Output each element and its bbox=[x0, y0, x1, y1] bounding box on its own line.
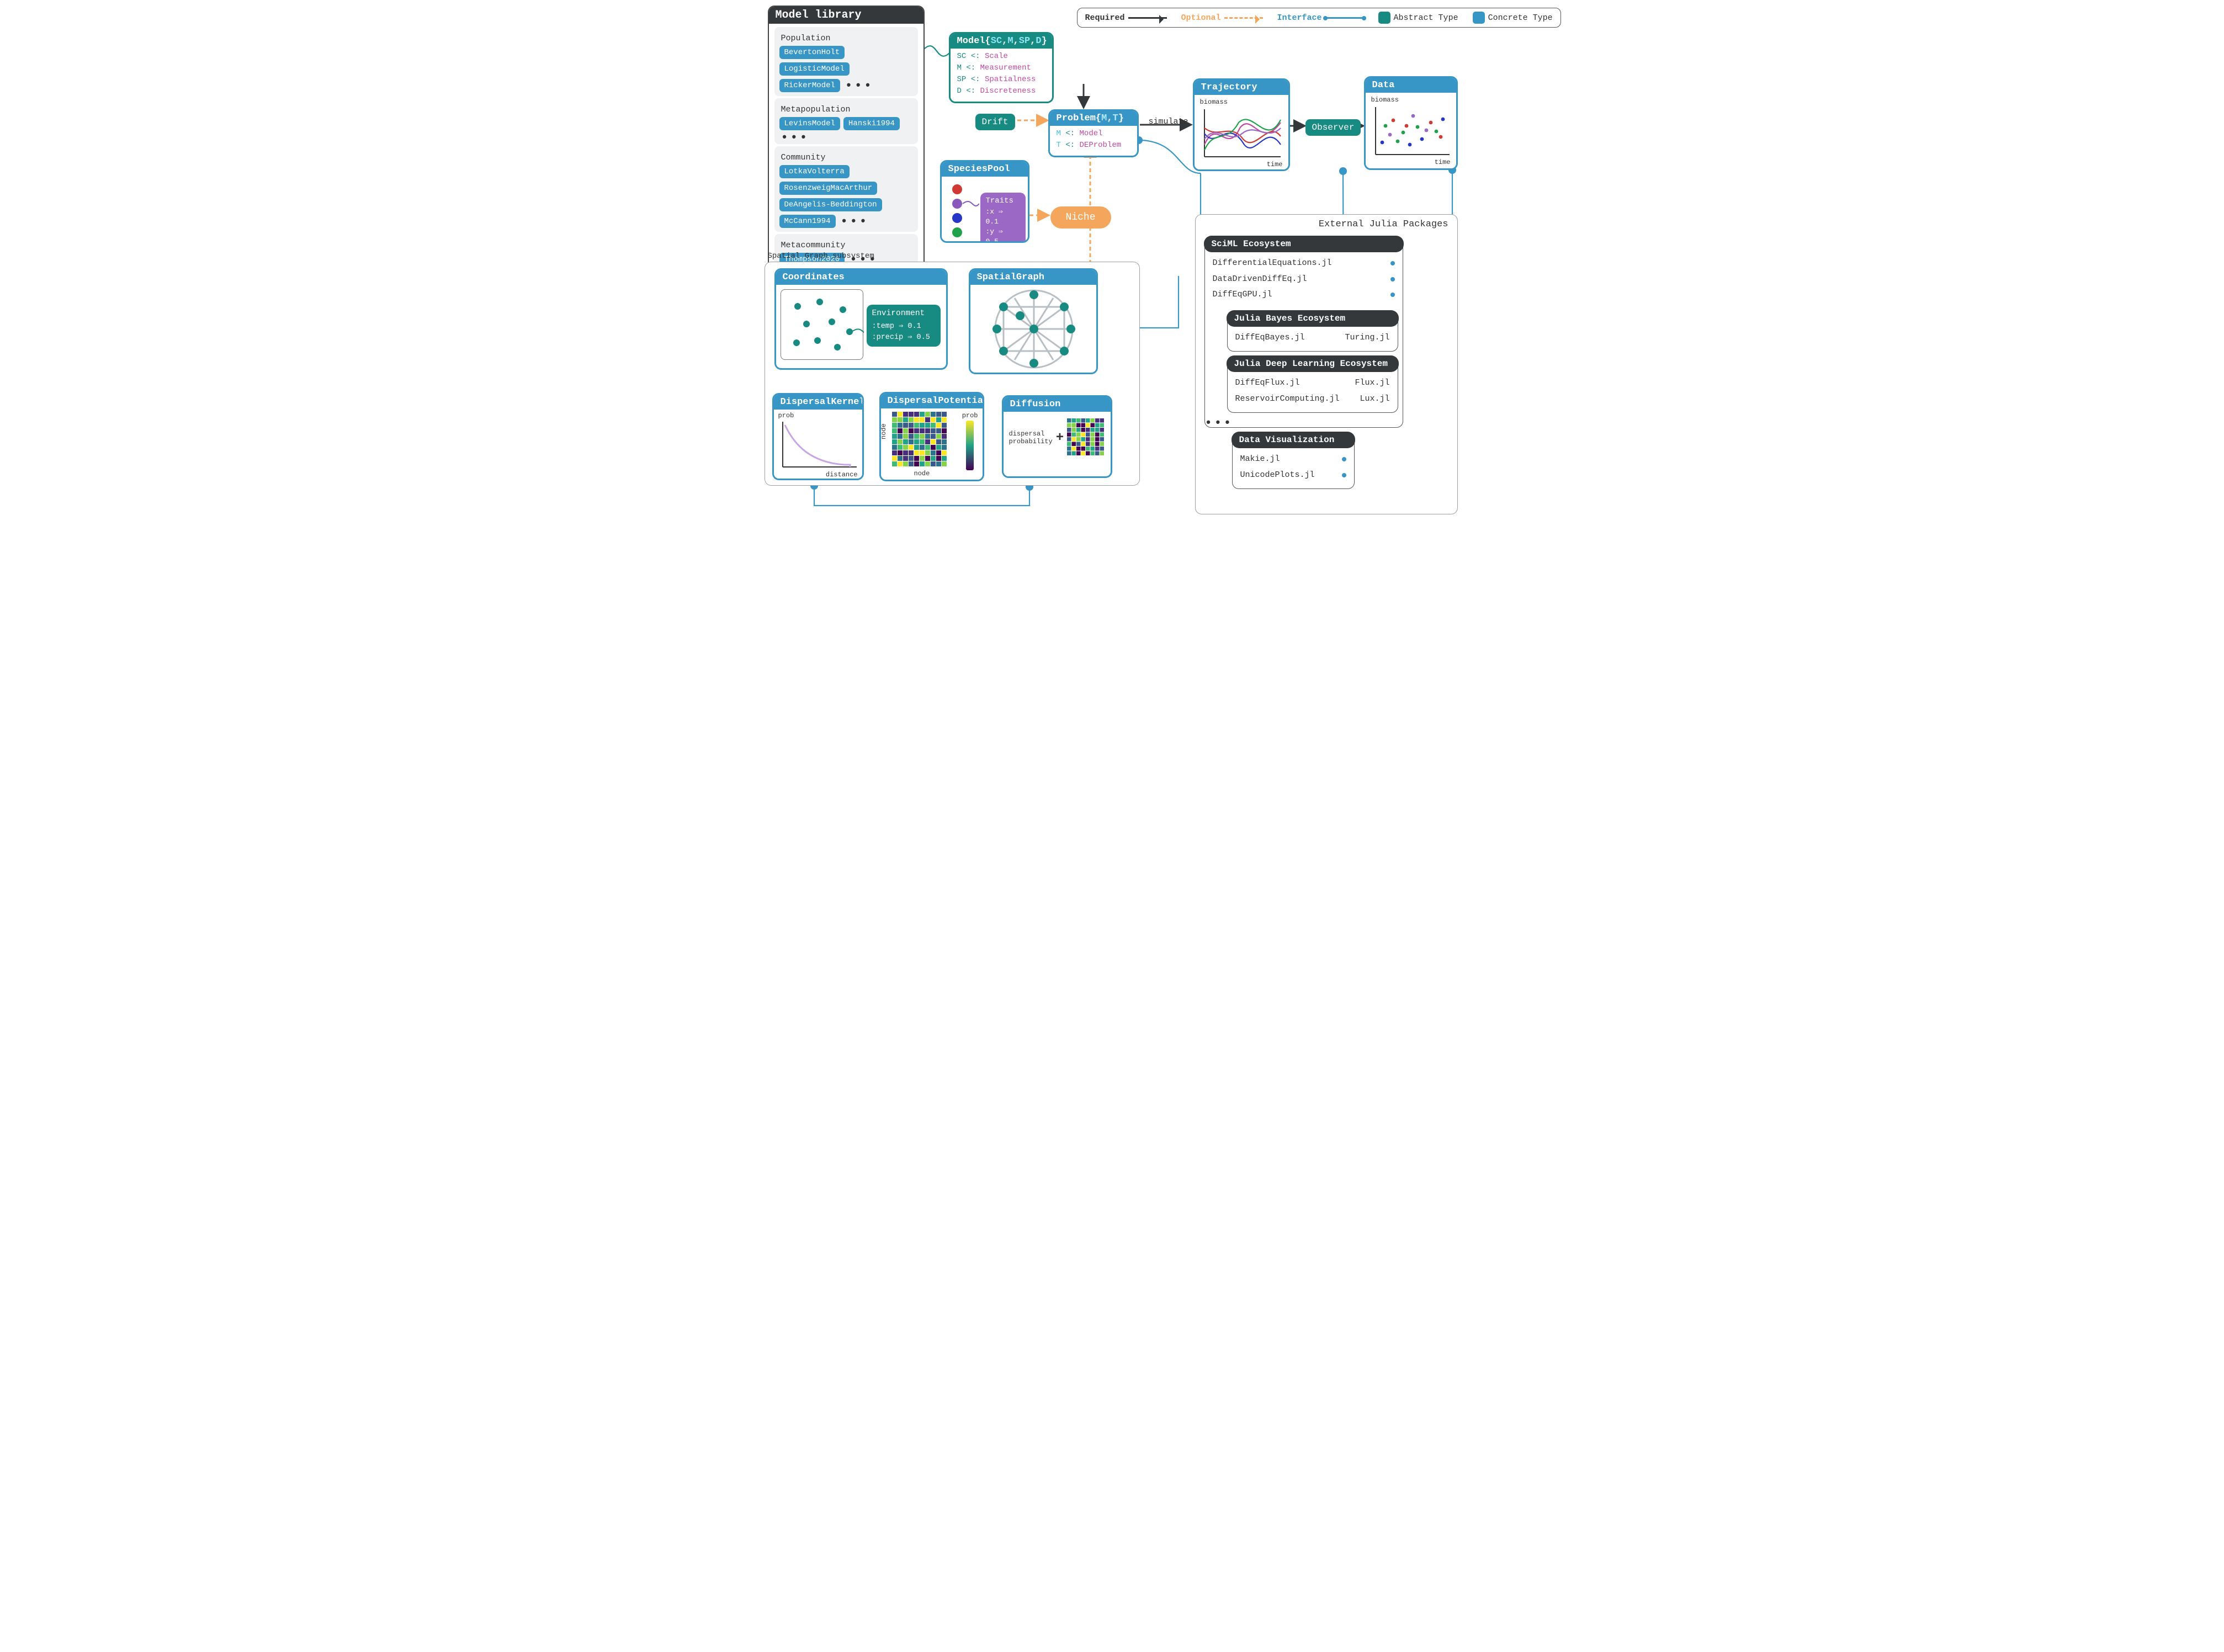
bayes-ecosystem-panel: Julia Bayes Ecosystem DiffEqBayes.jl Tur… bbox=[1227, 311, 1398, 352]
pkg-flux: Flux.jl bbox=[1355, 375, 1389, 391]
legend-abstract: Abstract Type bbox=[1378, 12, 1458, 24]
library-section-label: Community bbox=[781, 153, 915, 162]
legend-interface: Interface bbox=[1277, 13, 1364, 23]
coordinates-plot-icon bbox=[781, 289, 863, 360]
observer-chip: Observer bbox=[1305, 119, 1361, 136]
pkg-diffeqbayes: DiffEqBayes.jl bbox=[1235, 333, 1305, 342]
library-section-label: Metapopulation bbox=[781, 105, 915, 114]
diffusion-label: dispersal probability bbox=[1009, 430, 1053, 446]
diagram-canvas: Required Optional Interface Abstract Typ… bbox=[759, 0, 1466, 525]
library-section-label: Metacommunity bbox=[781, 241, 915, 250]
dispersal-kernel-title: DispersalKernel bbox=[774, 395, 862, 410]
viz-title: Data Visualization bbox=[1232, 432, 1355, 448]
dl-title: Julia Deep Learning Ecosystem bbox=[1227, 355, 1399, 372]
trajectory-xlabel: time bbox=[1200, 161, 1283, 168]
dispersal-potential-heatmap-icon bbox=[892, 412, 953, 467]
library-chip: LotkaVolterra bbox=[779, 165, 850, 178]
coordinates-panel: Coordinates Environment :temp ⇒ 0.1 :pre… bbox=[774, 268, 948, 370]
pkg-item: UnicodePlots.jl bbox=[1240, 468, 1315, 484]
external-packages-title: External Julia Packages bbox=[1196, 215, 1457, 230]
arrow-optional-icon bbox=[1224, 17, 1263, 19]
library-chip: DeAngelis-Beddington bbox=[779, 198, 882, 211]
external-packages-group: External Julia Packages SciML Ecosystem … bbox=[1195, 214, 1458, 514]
drift-chip: Drift bbox=[975, 114, 1015, 130]
viz-ecosystem-panel: Data Visualization Makie.jlUnicodePlots.… bbox=[1232, 432, 1355, 489]
dp-yaxis-label: node bbox=[880, 423, 888, 439]
problem-panel: Problem{M,T} M <: ModelT <: DEProblem bbox=[1048, 109, 1139, 157]
data-xlabel: time bbox=[1371, 158, 1451, 166]
model-library-panel: Model library Population BevertonHolt Logi… bbox=[768, 6, 925, 278]
niche-chip: Niche bbox=[1050, 206, 1111, 229]
problem-bounds: M <: ModelT <: DEProblem bbox=[1050, 126, 1137, 156]
model-type-panel: Model{SC,M,SP,D} SC <: ScaleM <: Measure… bbox=[949, 32, 1054, 103]
dp-colorbar: prob bbox=[962, 412, 978, 470]
legend-concrete: Concrete Type bbox=[1473, 12, 1553, 24]
data-scatter-icon bbox=[1371, 104, 1452, 159]
sciml-title: SciML Ecosystem bbox=[1204, 236, 1404, 252]
library-chip: Hanski1994 bbox=[843, 117, 900, 130]
species-dots-icon bbox=[946, 179, 979, 240]
pkg-item: Makie.jl bbox=[1240, 451, 1280, 468]
species-pool-panel: SpeciesPool Traits :x ⇒ 0.1 :y ⇒ 0.5 bbox=[940, 160, 1029, 243]
problem-header: Problem{M,T} bbox=[1050, 111, 1137, 126]
data-ylabel: biomass bbox=[1371, 96, 1451, 104]
spatial-graph-panel: SpatialGraph bbox=[969, 268, 1098, 374]
dispersal-kernel-xlabel: distance bbox=[778, 471, 858, 479]
bayes-title: Julia Bayes Ecosystem bbox=[1227, 310, 1399, 327]
trajectory-title: Trajectory bbox=[1195, 80, 1288, 95]
library-chip: RosenzweigMacArthur bbox=[779, 182, 878, 195]
legend-required: Required bbox=[1085, 13, 1167, 23]
dl-ecosystem-panel: Julia Deep Learning Ecosystem DiffEqFlux… bbox=[1227, 356, 1398, 413]
pkg-reservoir: ReservoirComputing.jl bbox=[1235, 391, 1340, 407]
model-library-title: Model library bbox=[769, 7, 923, 24]
sciml-ecosystem-panel: SciML Ecosystem DifferentialEquations.jl… bbox=[1204, 236, 1403, 428]
pkg-item: DiffEqGPU.jl bbox=[1213, 287, 1272, 303]
traits-box: Traits :x ⇒ 0.1 :y ⇒ 0.5 bbox=[980, 193, 1026, 243]
dispersal-kernel-panel: DispersalKernel prob distance bbox=[772, 393, 864, 480]
diffusion-heatmap-icon bbox=[1067, 418, 1105, 457]
dispersal-kernel-plot-icon bbox=[778, 419, 859, 470]
legend-optional: Optional bbox=[1181, 13, 1263, 23]
dispersal-kernel-ylabel: prob bbox=[778, 412, 858, 419]
pkg-lux: Lux.jl bbox=[1360, 391, 1389, 407]
pkg-item: DataDrivenDiffEq.jl bbox=[1213, 272, 1307, 288]
spatial-graph-icon bbox=[970, 285, 1097, 371]
library-chip: LogisticModel bbox=[779, 62, 850, 76]
trajectory-panel: Trajectory biomass time bbox=[1193, 78, 1290, 171]
data-panel-title: Data bbox=[1366, 78, 1456, 93]
trajectory-plot-icon bbox=[1200, 106, 1283, 161]
environment-box: Environment :temp ⇒ 0.1 :precip ⇒ 0.5 bbox=[867, 305, 941, 347]
legend: Required Optional Interface Abstract Typ… bbox=[1077, 8, 1561, 28]
dp-xaxis-label: node bbox=[914, 470, 979, 477]
pkg-item: DifferentialEquations.jl bbox=[1213, 256, 1332, 272]
model-type-header: Model{SC,M,SP,D} bbox=[951, 34, 1052, 49]
library-chip: McCann1994 bbox=[779, 215, 836, 228]
dispersal-potential-title: DispersalPotential bbox=[881, 394, 983, 408]
arrow-interface-icon bbox=[1325, 17, 1364, 19]
library-chip: LevinsModel bbox=[779, 117, 840, 130]
coordinates-title: Coordinates bbox=[776, 270, 946, 285]
library-section-label: Population bbox=[781, 34, 915, 43]
trajectory-ylabel: biomass bbox=[1200, 98, 1283, 106]
dispersal-potential-panel: DispersalPotential node node prob bbox=[879, 392, 984, 481]
diffusion-panel: Diffusion dispersal probability + bbox=[1002, 395, 1112, 478]
library-chip: RickerModel bbox=[779, 79, 840, 92]
spatial-subsystem-label: Spatial Graph subsystem bbox=[768, 252, 874, 261]
diffusion-title: Diffusion bbox=[1004, 397, 1111, 412]
spatial-graph-title: SpatialGraph bbox=[970, 270, 1096, 285]
arrow-required-icon bbox=[1128, 17, 1167, 19]
species-pool-title: SpeciesPool bbox=[942, 162, 1028, 177]
pkg-diffeqflux: DiffEqFlux.jl bbox=[1235, 375, 1300, 391]
pkg-turing: Turing.jl bbox=[1345, 333, 1389, 342]
model-type-bounds: SC <: ScaleM <: MeasurementSP <: Spatial… bbox=[951, 49, 1052, 102]
library-chip: BevertonHolt bbox=[779, 46, 845, 59]
simulate-label: simulate bbox=[1149, 117, 1188, 126]
data-panel: Data biomass time bbox=[1364, 76, 1458, 170]
